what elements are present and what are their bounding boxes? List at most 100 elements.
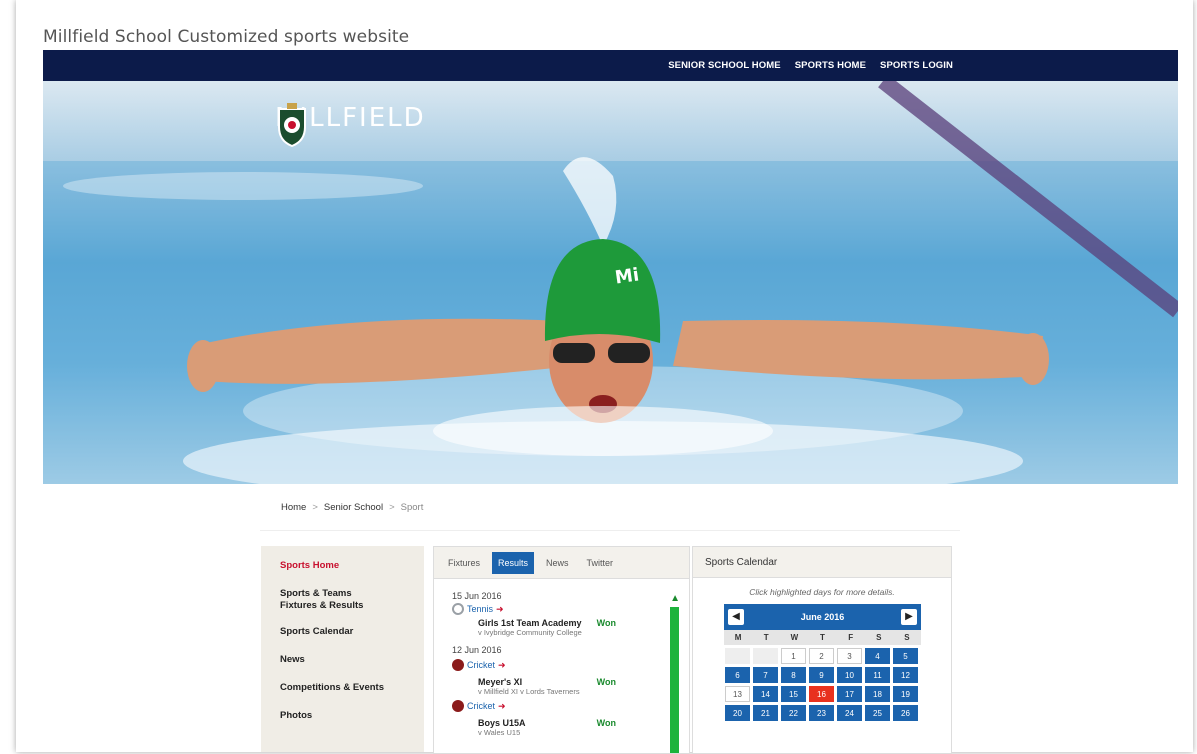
weekday-label: S (904, 633, 910, 642)
calendar-day-highlighted[interactable]: 21 (753, 705, 778, 721)
cricket-ball-icon (452, 659, 464, 671)
swimmer-illustration (43, 81, 1178, 484)
breadcrumb-separator: > (389, 502, 395, 513)
calendar-day-highlighted[interactable]: 9 (809, 667, 834, 683)
calendar-heading: Sports Calendar (693, 547, 951, 578)
page-caption: Millfield School Customized sports websi… (43, 27, 410, 47)
weekday-label: W (790, 633, 799, 642)
top-nav-bar: SENIOR SCHOOL HOME SPORTS HOME SPORTS LO… (43, 50, 1178, 81)
arrow-right-icon: ➜ (498, 659, 506, 670)
breadcrumb-senior-school[interactable]: Senior School (324, 502, 383, 513)
calendar-day-highlighted[interactable]: 17 (837, 686, 862, 702)
results-tabs: Fixtures Results News Twitter (434, 547, 689, 579)
calendar-note: Click highlighted days for more details. (749, 587, 895, 597)
sidenav-photos[interactable]: Photos (280, 710, 424, 722)
tab-fixtures[interactable]: Fixtures (442, 552, 486, 574)
sports-login-link[interactable]: SPORTS LOGIN (880, 60, 953, 71)
calendar-day-highlighted[interactable]: 5 (893, 648, 918, 664)
opponent: v Ivybridge Community College (478, 628, 582, 637)
calendar-day: 2 (809, 648, 834, 664)
results-feed: 15 Jun 2016 Tennis ➜ Girls 1st Team Acad… (434, 579, 669, 737)
opponent: v Wales U15 (478, 728, 521, 737)
weekday-label: S (876, 633, 882, 642)
breadcrumb: Home > Senior School > Sport (281, 502, 423, 513)
calendar-day-highlighted[interactable]: 6 (725, 667, 750, 683)
calendar-grid: 1 2 3 4 5 6 7 8 9 10 11 12 13 14 15 16 17 18 19 20 21 22 23 24 2… (724, 645, 921, 724)
scrollbar[interactable] (670, 607, 679, 753)
millfield-logo[interactable]: MILLFIELD (275, 103, 426, 147)
sidenav-competitions-events[interactable]: Competitions & Events (280, 682, 424, 694)
calendar-day-highlighted[interactable]: 11 (865, 667, 890, 683)
tab-results[interactable]: Results (492, 551, 535, 574)
calendar-day-highlighted[interactable]: 20 (725, 705, 750, 721)
result-sport[interactable]: Tennis ➜ (450, 601, 669, 617)
weekday-row: M T W T F S S (724, 630, 921, 645)
result-status: Won (596, 718, 616, 728)
results-panel: Fixtures Results News Twitter 15 Jun 201… (433, 546, 690, 754)
calendar-day-highlighted[interactable]: 24 (837, 705, 862, 721)
sidenav-sports-calendar[interactable]: Sports Calendar (280, 626, 424, 638)
result-status: Won (596, 618, 616, 628)
weekday-label: T (820, 633, 825, 642)
calendar-day-highlighted[interactable]: 10 (837, 667, 862, 683)
sports-calendar-panel: Sports Calendar Click highlighted days f… (692, 546, 952, 754)
cap-text: Mi (613, 264, 641, 289)
calendar-day-highlighted[interactable]: 15 (781, 686, 806, 702)
result-sport[interactable]: Cricket ➜ (452, 659, 669, 671)
calendar-day-highlighted[interactable]: 4 (865, 648, 890, 664)
side-nav: Sports Home Sports & Teams Fixtures & Re… (261, 546, 424, 752)
arrow-right-icon: ➜ (498, 700, 506, 711)
result-match: Boys U15A Won (478, 718, 616, 728)
calendar-day-highlighted[interactable]: 26 (893, 705, 918, 721)
calendar-widget: ◀ June 2016 ▶ M T W T F S S 1 2 3 4 5 6 7 8 9 10 1… (724, 604, 921, 724)
cricket-ball-icon (452, 700, 464, 712)
team-name: Girls 1st Team Academy (478, 618, 582, 628)
breadcrumb-sport: Sport (400, 502, 424, 513)
calendar-day-highlighted[interactable]: 25 (865, 705, 890, 721)
calendar-day: 1 (781, 648, 806, 664)
sport-label: Tennis (467, 604, 494, 614)
crest-icon (278, 103, 306, 147)
calendar-day-highlighted[interactable]: 14 (753, 686, 778, 702)
calendar-day-highlighted[interactable]: 22 (781, 705, 806, 721)
calendar-day-today[interactable]: 16 (809, 686, 834, 702)
calendar-day: 13 (725, 686, 750, 702)
prev-month-icon[interactable]: ◀ (728, 609, 744, 625)
calendar-day-highlighted[interactable]: 23 (809, 705, 834, 721)
arrow-right-icon: ➜ (496, 603, 504, 614)
result-match: Meyer's XI Won (478, 677, 616, 687)
sidenav-sports-home[interactable]: Sports Home (280, 560, 424, 572)
result-status: Won (596, 677, 616, 687)
senior-school-home-link[interactable]: SENIOR SCHOOL HOME (668, 60, 780, 71)
sidenav-sports-teams[interactable]: Sports & Teams Fixtures & Results (280, 588, 370, 612)
calendar-empty-cell (725, 648, 750, 664)
calendar-day-highlighted[interactable]: 8 (781, 667, 806, 683)
next-month-icon[interactable]: ▶ (901, 609, 917, 625)
tennis-racket-icon (450, 601, 466, 617)
scroll-up-icon[interactable]: ▲ (670, 593, 680, 604)
divider (260, 530, 960, 531)
sidenav-news[interactable]: News (280, 654, 424, 666)
result-sport[interactable]: Cricket ➜ (452, 700, 669, 712)
weekday-label: F (848, 633, 854, 642)
tab-twitter[interactable]: Twitter (581, 552, 620, 574)
breadcrumb-home[interactable]: Home (281, 502, 306, 513)
calendar-header: ◀ June 2016 ▶ (724, 604, 921, 630)
breadcrumb-separator: > (312, 502, 318, 513)
sport-label: Cricket (467, 701, 496, 711)
weekday-label: T (763, 633, 769, 642)
opponent: v Millfield XI v Lords Taverners (478, 687, 580, 696)
sports-home-link[interactable]: SPORTS HOME (795, 60, 866, 71)
calendar-month: June 2016 (800, 612, 845, 622)
weekday-label: M (734, 633, 742, 642)
calendar-empty-cell (753, 648, 778, 664)
calendar-day-highlighted[interactable]: 18 (865, 686, 890, 702)
calendar-day-highlighted[interactable]: 19 (893, 686, 918, 702)
calendar-day-highlighted[interactable]: 7 (753, 667, 778, 683)
hero-banner: Mi MILLFIELD (43, 81, 1178, 484)
team-name: Meyer's XI (478, 677, 523, 687)
calendar-day-highlighted[interactable]: 12 (893, 667, 918, 683)
sport-label: Cricket (467, 660, 496, 670)
tab-news[interactable]: News (540, 552, 575, 574)
result-match: Girls 1st Team Academy Won (478, 618, 616, 628)
